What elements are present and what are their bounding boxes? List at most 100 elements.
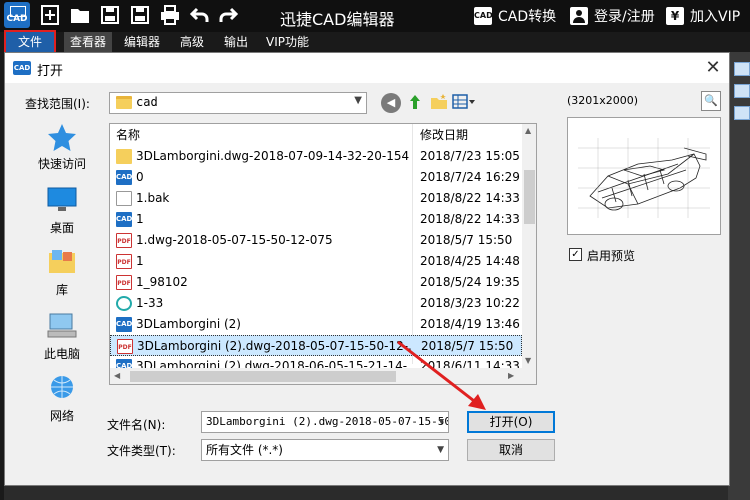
menu-viewer[interactable]: 查看器 [64, 32, 113, 52]
cad-file-icon: CAD [116, 212, 132, 227]
pdf-file-icon: PDF [116, 275, 132, 290]
file-name: 1.bak [136, 191, 170, 205]
file-name: 3DLamborgini (2).dwg-2018-05-07-15-50-12… [137, 339, 411, 353]
scroll-up-icon[interactable]: ▲ [525, 126, 531, 135]
bak-file-icon [116, 191, 132, 206]
menu-output[interactable]: 输出 [218, 32, 254, 52]
network-globe-icon [47, 375, 77, 401]
file-row[interactable]: 1-33 2018/3/23 10:22 [110, 293, 522, 314]
new-folder-icon[interactable] [429, 93, 449, 113]
user-icon[interactable] [570, 7, 588, 25]
computer-icon [47, 313, 77, 339]
chevron-down-icon: ▼ [354, 95, 362, 106]
cad-convert-icon[interactable]: CAD [474, 7, 493, 25]
close-icon[interactable]: ✕ [701, 56, 725, 80]
right-tool-button[interactable] [734, 106, 750, 120]
place-network[interactable]: 网络 [15, 375, 109, 435]
right-tool-button[interactable] [734, 84, 750, 98]
enable-preview-checkbox[interactable]: ✓ 启用预览 [567, 246, 717, 264]
open-folder-icon[interactable] [68, 4, 92, 28]
pdf-file-icon: PDF [116, 233, 132, 248]
chevron-down-icon: ▼ [438, 417, 444, 427]
library-icon [47, 249, 77, 275]
filetype-label: 文件类型(T): [107, 444, 176, 458]
print-icon[interactable] [158, 4, 182, 28]
vertical-scroll-thumb[interactable] [524, 170, 535, 224]
cad-convert-link[interactable]: CAD转换 [498, 6, 556, 26]
preview-size-label: (3201x2000) [567, 94, 639, 107]
place-library[interactable]: 库 [15, 249, 109, 309]
file-name: 1 [136, 212, 144, 226]
vertical-scrollbar[interactable]: ▲ ▼ [522, 124, 536, 368]
cad-app-icon: CAD [13, 61, 31, 75]
file-row[interactable]: CAD 0 2018/7/24 16:29 [110, 167, 522, 188]
preview-zoom-icon[interactable]: 🔍 [701, 91, 721, 111]
menu-vip-features[interactable]: VIP功能 [260, 32, 315, 52]
file-row[interactable]: CAD 1 2018/8/22 14:33 [110, 209, 522, 230]
folder-icon [116, 96, 132, 109]
login-register-link[interactable]: 登录/注册 [594, 6, 655, 26]
horizontal-scroll-thumb[interactable] [130, 371, 396, 382]
file-name: 3DLamborgini (2) [136, 317, 241, 331]
join-vip-link[interactable]: 加入VIP [690, 6, 740, 26]
app-logo-icon: CAD [4, 2, 30, 28]
place-label: 此电脑 [43, 347, 80, 361]
place-desktop[interactable]: 桌面 [15, 187, 109, 247]
column-header-date[interactable]: 修改日期 [420, 124, 468, 146]
file-modified-date: 2018/7/23 15:05 [420, 149, 520, 163]
menu-file[interactable]: 文件 [4, 30, 56, 54]
open-button[interactable]: 打开(O) [467, 411, 555, 433]
file-row[interactable]: CAD 3DLamborgini (2) 2018/4/19 13:46 [110, 314, 522, 335]
file-modified-date: 2018/8/22 14:33 [420, 191, 520, 205]
pdf-file-icon: PDF [117, 339, 133, 354]
redo-icon[interactable] [216, 4, 240, 28]
undo-icon[interactable] [188, 4, 212, 28]
look-in-dropdown[interactable]: cad ▼ [109, 92, 367, 114]
file-modified-date: 2018/3/23 10:22 [420, 296, 520, 310]
menu-editor[interactable]: 编辑器 [118, 32, 166, 52]
horizontal-scrollbar[interactable]: ◀ ▶ [110, 368, 536, 384]
file-row[interactable]: 1.bak 2018/8/22 14:33 [110, 188, 522, 209]
car-wireframe-preview [578, 138, 710, 218]
file-row[interactable]: PDF 3DLamborgini (2).dwg-2018-05-07-15-50… [110, 335, 522, 356]
app-logo-text: CAD [6, 14, 28, 24]
checkbox-box[interactable]: ✓ [569, 248, 582, 261]
view-menu-icon[interactable] [451, 93, 477, 113]
file-modified-date: 2018/4/25 14:48 [420, 254, 520, 268]
new-file-icon[interactable] [38, 4, 62, 28]
scroll-right-icon[interactable]: ▶ [508, 371, 514, 380]
menu-bar: 文件 查看器 编辑器 高级 输出 VIP功能 [0, 30, 750, 54]
file-name: 1-33 [136, 296, 164, 310]
place-label: 快速访问 [37, 157, 86, 171]
menu-advanced[interactable]: 高级 [174, 32, 210, 52]
place-quick-access[interactable]: 快速访问 [15, 123, 109, 183]
back-arrow-icon[interactable]: ◀ [381, 93, 401, 113]
desktop-icon [47, 187, 77, 213]
file-modified-date: 2018/5/24 19:35 [420, 275, 520, 289]
filetype-select[interactable]: 所有文件 (*.*) ▼ [201, 439, 449, 461]
right-tool-button[interactable] [734, 62, 750, 76]
column-header-name[interactable]: 名称 [116, 124, 140, 146]
filetype-value: 所有文件 (*.*) [206, 443, 283, 457]
save-as-icon[interactable] [128, 4, 152, 28]
file-modified-date: 2018/8/22 14:33 [420, 212, 520, 226]
preview-pane [567, 117, 721, 235]
file-row[interactable]: PDF 1_98102 2018/5/24 19:35 [110, 272, 522, 293]
file-row[interactable]: PDF 1 2018/4/25 14:48 [110, 251, 522, 272]
cad-file-icon: CAD [116, 170, 132, 185]
up-folder-icon[interactable] [405, 93, 425, 113]
save-icon[interactable] [98, 4, 122, 28]
place-label: 网络 [49, 409, 74, 423]
vip-yen-icon[interactable]: ¥ [666, 7, 684, 25]
place-this-pc[interactable]: 此电脑 [15, 313, 109, 373]
sort-ascending-icon: ^ [258, 123, 267, 131]
file-row[interactable]: PDF 1.dwg-2018-05-07-15-50-12-075 2018/5/7… [110, 230, 522, 251]
cancel-button[interactable]: 取消 [467, 439, 555, 461]
enable-preview-label: 启用预览 [587, 249, 636, 263]
app-title: 迅捷CAD编辑器 [280, 10, 395, 29]
filename-input[interactable]: 3DLamborgini (2).dwg-2018-05-07-15-50 ▼ [201, 411, 449, 433]
file-row[interactable]: 3DLamborgini.dwg-2018-07-09-14-32-20-154… [110, 146, 522, 167]
scroll-left-icon[interactable]: ◀ [114, 371, 120, 380]
pdf-file-icon: PDF [116, 254, 132, 269]
scroll-down-icon[interactable]: ▼ [525, 356, 531, 365]
